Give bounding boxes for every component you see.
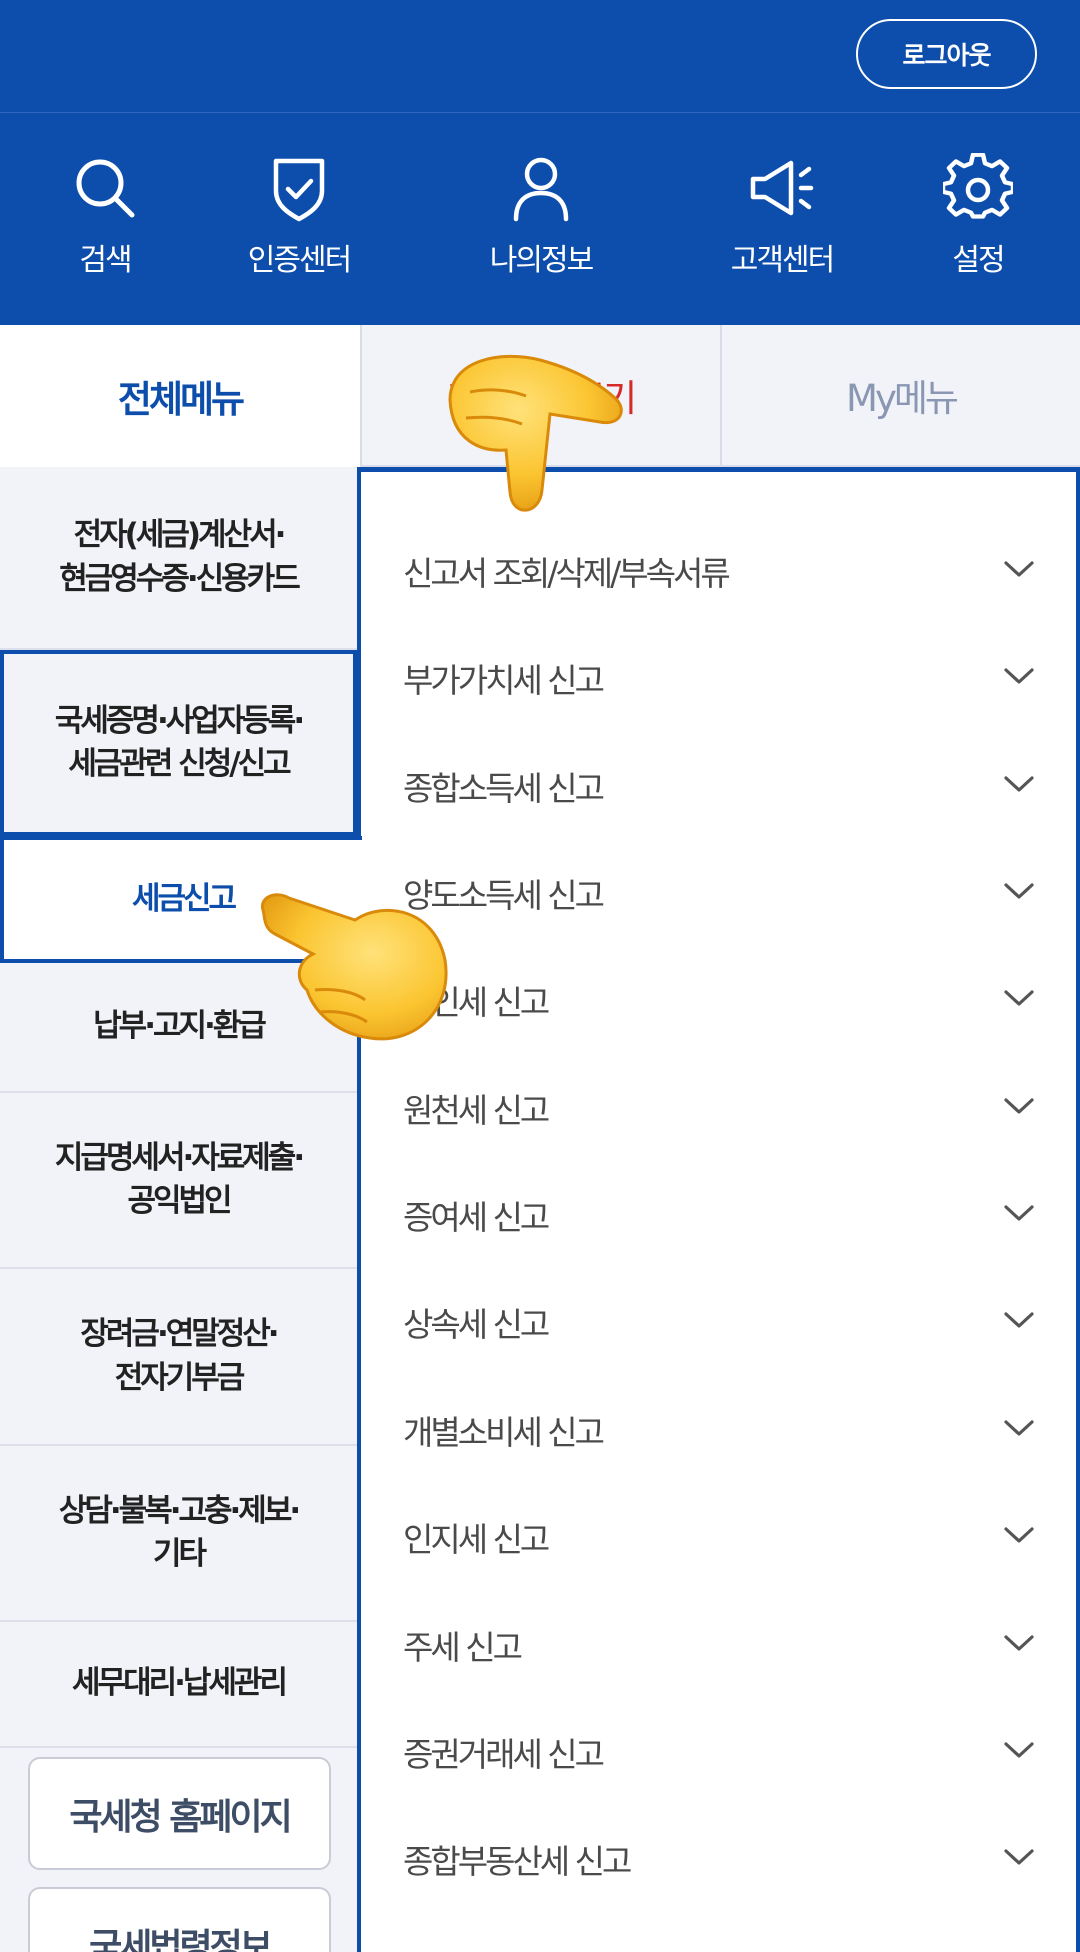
nav-customer-center[interactable]: 고객센터 xyxy=(697,153,867,293)
submenu-item[interactable]: 종합소득세 신고 xyxy=(361,732,1076,839)
megaphone-icon xyxy=(747,153,817,223)
category-item[interactable]: 세무대리·납세관리 xyxy=(0,1622,357,1748)
tab-my-menu[interactable]: My메뉴 xyxy=(720,325,1080,467)
category-item-active[interactable]: 세금신고 xyxy=(0,836,362,963)
category-item[interactable]: 전자(세금)계산서· 현금영수증·신용카드 xyxy=(0,467,357,650)
category-list: 전자(세금)계산서· 현금영수증·신용카드 국세증명·사업자등록· 세금관련 신… xyxy=(0,467,362,1952)
search-icon xyxy=(70,153,140,223)
submenu-panel: 신고서 조회/삭제/부속서류부가가치세 신고종합소득세 신고양도소득세 신고법인… xyxy=(357,467,1080,1952)
submenu-item[interactable]: 개별소비세 신고 xyxy=(361,1376,1076,1483)
submenu-item[interactable]: 양도소득세 신고 xyxy=(361,839,1076,946)
menu-tabs: 전체메뉴 자주찾는보기 My메뉴 xyxy=(0,325,1080,467)
tab-frequent[interactable]: 자주찾는보기 xyxy=(360,325,720,467)
category-item[interactable]: 지급명세서·자료제출· 공익법인 xyxy=(0,1093,357,1269)
submenu-item-label: 신고서 조회/삭제/부속서류 xyxy=(403,553,731,593)
chevron-down-icon xyxy=(1002,880,1036,906)
chevron-down-icon xyxy=(1002,1846,1036,1872)
submenu-item-label: 증권거래세 신고 xyxy=(403,1734,605,1774)
chevron-down-icon xyxy=(1002,773,1036,799)
submenu-item-label: 주세 신고 xyxy=(403,1627,523,1667)
chevron-down-icon xyxy=(1002,1632,1036,1658)
nav-settings[interactable]: 설정 xyxy=(893,153,1063,293)
category-item[interactable]: 장려금·연말정산· 전자기부금 xyxy=(0,1269,357,1446)
nav-my-info[interactable]: 나의정보 xyxy=(456,153,626,293)
user-icon xyxy=(506,153,576,223)
chevron-down-icon xyxy=(1002,558,1036,584)
submenu-item-label: 상속세 신고 xyxy=(403,1304,550,1344)
chevron-down-icon xyxy=(1002,1417,1036,1443)
logout-button[interactable]: 로그아웃 xyxy=(856,19,1037,89)
submenu-item[interactable]: 증여세 신고 xyxy=(361,1161,1076,1268)
nav-my-info-label: 나의정보 xyxy=(489,243,594,278)
gear-icon xyxy=(943,153,1013,223)
shield-check-icon xyxy=(264,153,334,223)
submenu-item-label: 종합소득세 신고 xyxy=(403,768,605,808)
submenu-item[interactable]: 주세 신고 xyxy=(361,1591,1076,1698)
submenu-item[interactable]: 상속세 신고 xyxy=(361,1268,1076,1375)
nav-search[interactable]: 검색 xyxy=(20,153,190,293)
submenu-item-label: 종합부동산세 신고 xyxy=(403,1841,632,1881)
chevron-down-icon xyxy=(1002,987,1036,1013)
submenu-item-label: 양도소득세 신고 xyxy=(403,875,605,915)
nav-auth-center-label: 인증센터 xyxy=(247,243,352,278)
chevron-down-icon xyxy=(1002,1739,1036,1765)
category-item[interactable]: 납부·고지·환급 xyxy=(0,963,357,1093)
submenu-item-label: 법인세 신고 xyxy=(403,982,550,1022)
submenu-item[interactable]: 인지세 신고 xyxy=(361,1483,1076,1590)
category-item[interactable]: 국세증명·사업자등록· 세금관련 신청/신고 xyxy=(0,650,357,836)
submenu-item[interactable]: 원천세 신고 xyxy=(361,1054,1076,1161)
submenu-item[interactable]: 법인세 신고 xyxy=(361,946,1076,1053)
submenu-item-label: 개별소비세 신고 xyxy=(403,1412,605,1452)
tab-all-menu[interactable]: 전체메뉴 xyxy=(0,325,360,467)
category-item[interactable]: 상담·불복·고충·제보· 기타 xyxy=(0,1446,357,1622)
nav-auth-center[interactable]: 인증센터 xyxy=(214,153,384,293)
tax-law-info-button[interactable]: 국세법령정보 xyxy=(28,1887,331,1952)
submenu-item-label: 부가가치세 신고 xyxy=(403,660,605,700)
submenu-item[interactable]: 부가가치세 신고 xyxy=(361,624,1076,731)
submenu-item-label: 인지세 신고 xyxy=(403,1519,550,1559)
nts-homepage-button[interactable]: 국세청 홈페이지 xyxy=(28,1757,331,1870)
nav-settings-label: 설정 xyxy=(952,243,1005,278)
nav-customer-center-label: 고객센터 xyxy=(730,243,835,278)
submenu-item[interactable]: 증권거래세 신고 xyxy=(361,1698,1076,1805)
chevron-down-icon xyxy=(1002,1524,1036,1550)
chevron-down-icon xyxy=(1002,1202,1036,1228)
nav-search-label: 검색 xyxy=(79,243,132,278)
chevron-down-icon xyxy=(1002,1309,1036,1335)
chevron-down-icon xyxy=(1002,665,1036,691)
chevron-down-icon xyxy=(1002,1095,1036,1121)
submenu-item-label: 증여세 신고 xyxy=(403,1197,550,1237)
icon-nav-bar: 검색 인증센터 나의정보 고객센터 설정 xyxy=(0,113,1080,325)
submenu-item-label: 원천세 신고 xyxy=(403,1090,550,1130)
submenu-item[interactable]: 신고서 조회/삭제/부속서류 xyxy=(361,517,1076,624)
submenu-item[interactable]: 종합부동산세 신고 xyxy=(361,1805,1076,1912)
top-bar: 로그아웃 xyxy=(0,0,1080,113)
